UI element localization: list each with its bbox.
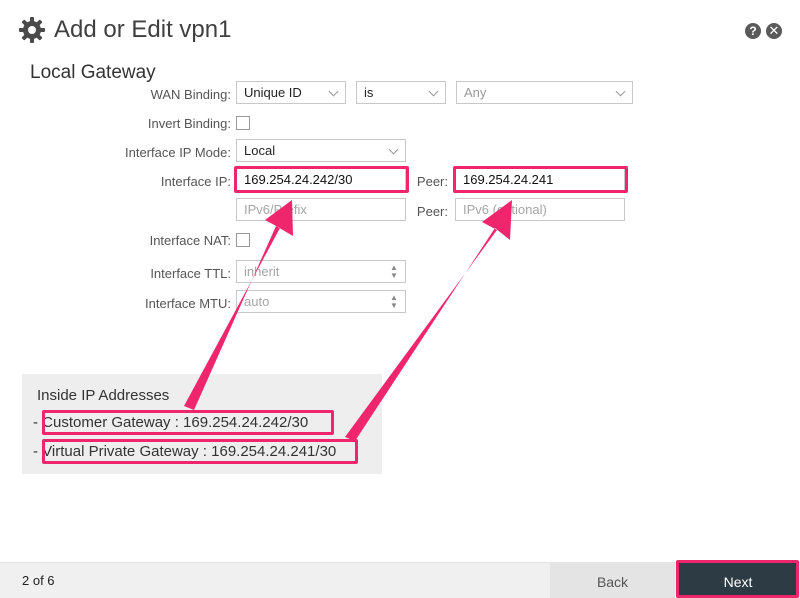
bullet-dash: - — [33, 443, 38, 460]
gear-icon — [19, 17, 45, 43]
interface-ip-mode-select[interactable]: Local — [236, 139, 406, 162]
interface-nat-checkbox[interactable] — [236, 233, 250, 247]
stepper-icon[interactable]: ▲ ▼ — [389, 264, 399, 280]
ipv6-peer-input[interactable]: IPv6 (optional) — [455, 198, 625, 221]
help-icon[interactable]: ? — [745, 23, 761, 39]
invert-binding-checkbox[interactable] — [236, 116, 250, 130]
customer-gateway-highlight — [42, 410, 334, 435]
bullet-dash: - — [33, 414, 38, 431]
peer-ip-highlight — [453, 166, 628, 193]
wan-binding-value-select[interactable]: Any — [456, 81, 633, 104]
wan-binding-label: WAN Binding: — [150, 87, 231, 102]
interface-nat-label: Interface NAT: — [149, 233, 231, 248]
interface-mtu-input[interactable]: auto ▲ ▼ — [236, 290, 406, 313]
ipv6-prefix-input[interactable]: IPv6/Prefix — [236, 198, 406, 221]
chevron-down-icon — [328, 86, 339, 97]
stepper-icon[interactable]: ▲ ▼ — [389, 294, 399, 310]
info-title: Inside IP Addresses — [37, 387, 170, 404]
wan-binding-operator-value: is — [364, 85, 374, 100]
chevron-down-icon — [615, 86, 626, 97]
interface-ip-highlight — [234, 166, 409, 193]
step-indicator: 2 of 6 — [22, 573, 55, 588]
interface-ttl-placeholder: inherit — [244, 264, 280, 279]
interface-ip-label: Interface IP: — [160, 174, 231, 189]
chevron-down-icon — [428, 86, 439, 97]
virtual-private-gateway-highlight — [42, 439, 358, 464]
interface-ttl-input[interactable]: inherit ▲ ▼ — [236, 260, 406, 283]
back-button[interactable]: Back — [550, 562, 675, 598]
peer-label: Peer: — [416, 174, 448, 189]
section-title: Local Gateway — [30, 62, 156, 83]
interface-ip-mode-value: Local — [244, 143, 276, 158]
interface-ip-mode-label: Interface IP Mode: — [125, 145, 231, 160]
wan-binding-type-select[interactable]: Unique ID — [236, 81, 346, 104]
interface-mtu-label: Interface MTU: — [145, 296, 231, 311]
window-title: Add or Edit vpn1 — [54, 16, 232, 43]
interface-mtu-placeholder: auto — [244, 294, 270, 309]
next-button-highlight — [676, 560, 799, 598]
ipv6-peer-label: Peer: — [416, 204, 448, 219]
wan-binding-type-value: Unique ID — [244, 85, 302, 100]
interface-ttl-label: Interface TTL: — [150, 266, 231, 281]
window-titlebar: Add or Edit vpn1 ? ✕ — [0, 0, 800, 58]
close-icon[interactable]: ✕ — [766, 23, 782, 39]
wan-binding-operator-select[interactable]: is — [356, 81, 446, 104]
invert-binding-label: Invert Binding: — [147, 116, 231, 131]
wan-binding-value: Any — [464, 85, 487, 100]
chevron-down-icon — [388, 144, 399, 155]
